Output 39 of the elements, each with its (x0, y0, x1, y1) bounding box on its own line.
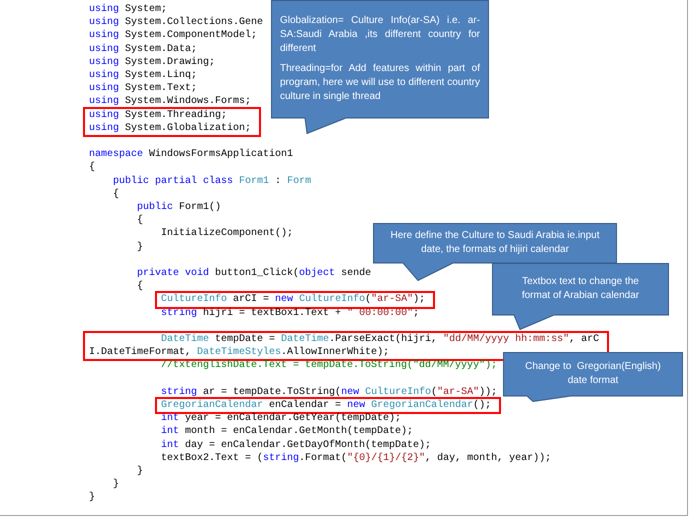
code-line: public partial class Form1 : Form (112, 174, 312, 188)
code-line: using System.ComponentModel; (89, 29, 258, 43)
code-line: using System.Text; (89, 82, 198, 96)
code-line: using System.Threading; (89, 108, 228, 122)
code-line: { (89, 161, 96, 175)
code-line: { (112, 188, 120, 202)
code-line: using System.Windows.Forms; (89, 95, 252, 109)
code-line: int month = enCalendar.GetMonth(tempDate); (160, 425, 414, 439)
code-line: using System; (89, 3, 168, 16)
code-line: //txtenglishDate.Text = tempDate.ToString("dd/MM/yyyy"); (160, 359, 498, 373)
code-line: using System.Globalization; (89, 122, 252, 136)
code-line: namespace WindowsFormsApplication1 (89, 148, 294, 162)
code-line: int day = enCalendar.GetDayOfMonth(tempDate); (160, 438, 432, 452)
code-line: } (112, 478, 120, 492)
code-line: private void button1_Click(object sende (136, 267, 372, 280)
code-line: string ar = tempDate.ToString(new CultureInfo("ar-SA")); (160, 386, 498, 400)
code-line: { (136, 280, 144, 294)
code-line: using System.Collections.Gene (89, 16, 264, 30)
code-line: DateTime tempDate = DateTime.ParseExact(hijri, "dd/MM/yyyy hh:mm:ss", arC (160, 333, 600, 346)
code-line: } (89, 491, 96, 505)
callout-text: Change to Gregorian(English) date format (524, 360, 662, 388)
callout-text: Globalization= Culture Info(ar-SA) i.e. ar-SA:Saudi Arabia ,its different country for different (280, 14, 480, 56)
code-line: textBox2.Text = (string.Format("{0}/{1}/{2}", day, month, year)); (160, 452, 552, 466)
code-line: } (136, 240, 144, 254)
code-line: using System.Data; (89, 42, 198, 56)
code-line: int year = enCalendar.GetYear(tempDate); (160, 412, 402, 426)
code-line: using System.Drawing; (89, 56, 216, 70)
code-line: using System.Linq; (89, 69, 198, 82)
callout-text: Textbox text to change the format of Arabian calendar (520, 275, 640, 303)
code-line: string hijri = textBox1.Text + " 00:00:00"; (160, 306, 420, 320)
code-line: GregorianCalendar enCalendar = new GregorianCalendar(); (161, 399, 492, 412)
code-line: InitializeComponent(); (160, 227, 294, 241)
callout-text: Threading=for Add features within part of program, here we will use to different country culture in single thread (280, 62, 480, 104)
code-line: } (136, 465, 144, 478)
code-line: public Form1() (136, 201, 222, 214)
callout-text: Here define the Culture to Saudi Arabia ie.input date, the formats of hijiri calendar (390, 229, 600, 257)
code-line: I.DateTimeFormat, DateTimeStyles.AllowInnerWhite); (89, 346, 390, 360)
code-line: CultureInfo arCI = new CultureInfo("ar-SA"); (161, 293, 426, 307)
code-line: { (136, 214, 144, 228)
